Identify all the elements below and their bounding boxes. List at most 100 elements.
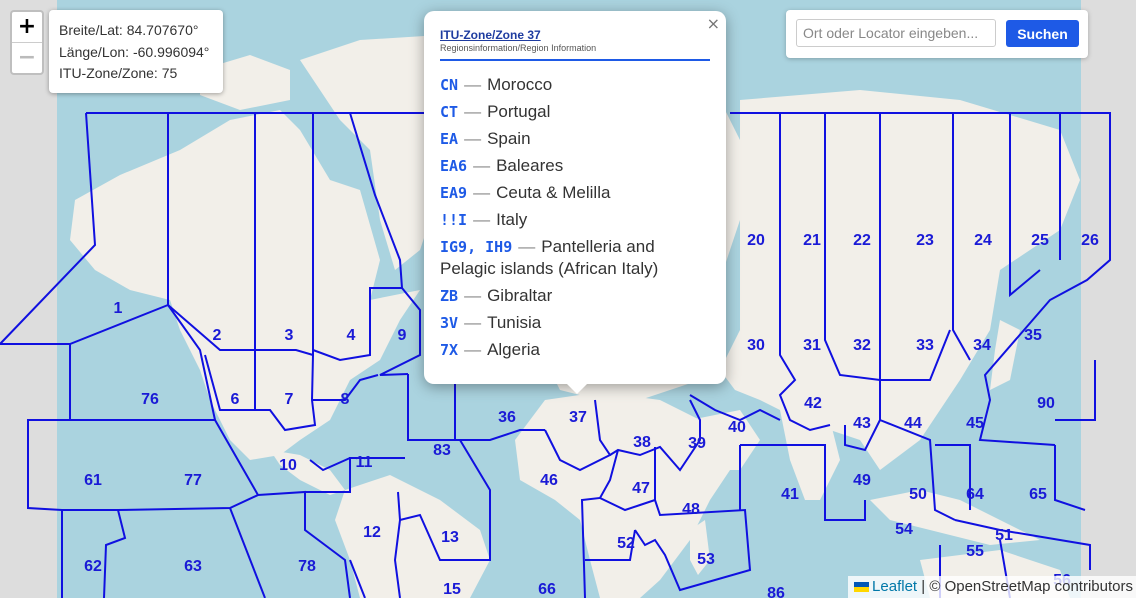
zone-label: 24 [974, 232, 992, 249]
zone-label: 65 [1029, 486, 1047, 503]
zone-label: 66 [538, 581, 556, 598]
zone-label: 30 [747, 337, 765, 354]
prefix-entry: !!I — Italy [440, 209, 710, 231]
prefix-entry: CT — Portugal [440, 101, 710, 123]
prefix-code: IG9, IH9 [440, 238, 513, 256]
zone-label: 45 [966, 415, 984, 432]
zone-label: 50 [909, 486, 927, 503]
zone-label: 32 [853, 337, 871, 354]
prefix-entry: ZB — Gibraltar [440, 285, 710, 307]
prefix-code: 7X [440, 341, 459, 359]
zone-label: 41 [781, 486, 799, 503]
prefix-entry: EA9 — Ceuta & Melilla [440, 182, 710, 204]
zone-label: 20 [747, 232, 765, 249]
zone-label: 64 [966, 486, 984, 503]
zone-label: 31 [803, 337, 821, 354]
search-button[interactable]: Suchen [1006, 20, 1079, 47]
separator-dash: — [473, 210, 491, 229]
zone-label: 55 [966, 543, 984, 560]
zone-label: 63 [184, 558, 202, 575]
zone-label: 48 [682, 501, 700, 518]
zone-label: 21 [803, 232, 821, 249]
zone-label: 43 [853, 415, 871, 432]
zone-label: 61 [84, 472, 102, 489]
zoom-out-button[interactable]: − [12, 42, 42, 73]
zone-label: 77 [184, 472, 202, 489]
separator-dash: — [464, 340, 482, 359]
longitude-readout: Länge/Lon: -60.996094° [59, 43, 210, 60]
entity-name: Portugal [487, 102, 551, 121]
zone-label: 36 [498, 409, 516, 426]
zone-label: 23 [916, 232, 934, 249]
prefix-code: EA [440, 130, 459, 148]
search-panel: Suchen [786, 10, 1088, 58]
prefix-code: ZB [440, 287, 459, 305]
zone-label: 9 [398, 327, 407, 344]
entity-name: Algeria [487, 340, 540, 359]
zone-label: 90 [1037, 395, 1055, 412]
zoom-control: + − [10, 10, 44, 75]
zone-label: 33 [916, 337, 934, 354]
entity-name: Ceuta & Melilla [496, 183, 611, 202]
zone-label: 12 [363, 524, 381, 541]
zone-label: 53 [697, 551, 715, 568]
entity-name: Morocco [487, 75, 553, 94]
zone-label: 78 [298, 558, 316, 575]
zone-label: 40 [728, 419, 746, 436]
prefix-entry: CN — Morocco [440, 74, 710, 96]
zone-readout: ITU-Zone/Zone: 75 [59, 65, 178, 81]
zone-info-popup: × ITU-Zone/Zone 37 Regionsinformation/Re… [424, 11, 726, 384]
zone-label: 3 [285, 327, 294, 344]
prefix-code: EA9 [440, 184, 468, 202]
zone-label: 34 [973, 337, 991, 354]
zone-label: 6 [231, 391, 240, 408]
zone-label: 25 [1031, 232, 1049, 249]
leaflet-link[interactable]: Leaflet [872, 578, 917, 595]
separator-dash: — [464, 102, 482, 121]
entity-name: Baleares [496, 156, 564, 175]
prefix-entry: 7X — Algeria [440, 339, 710, 361]
location-search-input[interactable] [796, 19, 996, 47]
zone-label: 54 [895, 521, 913, 538]
zone-label: 26 [1081, 232, 1099, 249]
prefix-entry: 3V — Tunisia [440, 312, 710, 334]
entity-name: Tunisia [487, 313, 542, 332]
zone-label: 76 [141, 391, 159, 408]
zone-label: 11 [356, 454, 373, 471]
zone-label: 10 [279, 457, 297, 474]
osm-credit[interactable]: © OpenStreetMap contributors [929, 578, 1133, 595]
prefix-code: EA6 [440, 157, 468, 175]
zone-label: 39 [688, 435, 706, 452]
map-attribution: Leaflet | © OpenStreetMap contributors [848, 576, 1136, 598]
prefix-code: !!I [440, 211, 468, 229]
prefix-entry: IG9, IH9— Pantelleria and Pelagic islands… [440, 236, 710, 280]
prefix-code: CN [440, 76, 459, 94]
entity-name: Italy [496, 210, 528, 229]
zone-label: 4 [347, 327, 356, 344]
close-icon[interactable]: × [707, 15, 720, 33]
zone-label: 42 [804, 395, 822, 412]
separator-dash: — [464, 129, 482, 148]
popup-title: ITU-Zone/Zone 37 [440, 28, 541, 42]
separator-dash: — [473, 183, 491, 202]
zone-label: 62 [84, 558, 102, 575]
zone-label: 52 [617, 535, 635, 552]
popup-subtitle: Regionsinformation/Region Information [440, 43, 597, 53]
zoom-in-button[interactable]: + [12, 12, 42, 42]
prefix-entry: EA — Spain [440, 128, 710, 150]
entity-name: Gibraltar [487, 286, 553, 305]
zone-label: 44 [904, 415, 922, 432]
coordinate-panel: Breite/Lat: 84.707670° Länge/Lon: -60.99… [49, 10, 223, 93]
ukraine-flag-icon [854, 582, 870, 592]
zone-label: 1 [114, 300, 123, 317]
zone-label: 86 [767, 585, 785, 598]
separator-dash: — [518, 237, 536, 256]
zone-label: 7 [285, 391, 294, 408]
zone-label: 15 [443, 581, 461, 598]
zone-label: 83 [433, 442, 451, 459]
prefix-entry: EA6 — Baleares [440, 155, 710, 177]
zone-label: 8 [341, 391, 350, 408]
attribution-separator: | [921, 578, 926, 595]
prefix-code: 3V [440, 314, 459, 332]
zone-label: 22 [853, 232, 871, 249]
